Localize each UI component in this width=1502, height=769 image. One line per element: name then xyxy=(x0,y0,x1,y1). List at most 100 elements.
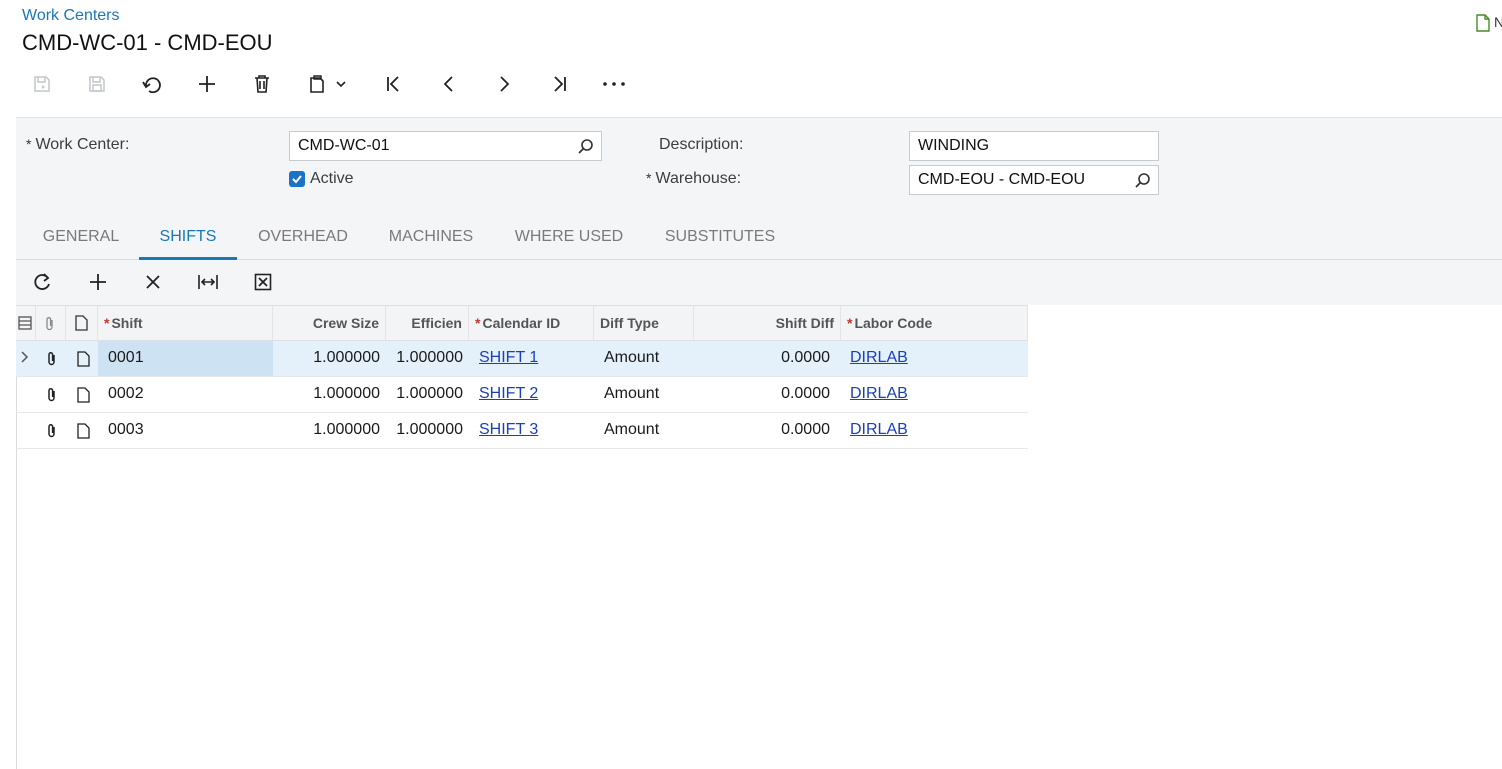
tab-substitutes[interactable]: SUBSTITUTES xyxy=(651,218,789,260)
paperclip-icon xyxy=(48,351,55,366)
cell-diff-type[interactable]: Amount xyxy=(604,413,694,448)
cell-calendar-id[interactable]: SHIFT 1 xyxy=(479,341,594,376)
chevron-right-icon xyxy=(21,351,29,363)
plus-icon xyxy=(199,76,215,92)
warehouse-label: * Warehouse: xyxy=(646,170,742,187)
cell-shift-diff[interactable]: 0.0000 xyxy=(694,413,836,448)
tab-where-used[interactable]: WHERE USED xyxy=(501,218,637,260)
row-attach-button[interactable] xyxy=(36,377,68,412)
col-header-labor-code[interactable]: * Labor Code xyxy=(841,306,1028,341)
delete-row-button[interactable] xyxy=(135,266,171,298)
fit-columns-icon xyxy=(198,275,218,289)
work-center-label: * Work Center: xyxy=(26,136,130,153)
main-toolbar xyxy=(0,66,700,102)
add-row-button[interactable] xyxy=(80,266,116,298)
more-actions-button[interactable] xyxy=(594,66,634,102)
calendar-id-link[interactable]: SHIFT 2 xyxy=(479,385,538,402)
undo-button[interactable] xyxy=(132,66,172,102)
description-field[interactable]: WINDING xyxy=(909,131,1159,161)
cell-shift-diff[interactable]: 0.0000 xyxy=(694,341,836,376)
cell-crew-size[interactable]: 1.000000 xyxy=(273,341,386,376)
cell-efficiency[interactable]: 1.000000 xyxy=(386,377,469,412)
col-header-shift-diff[interactable]: Shift Diff xyxy=(694,306,841,341)
row-attach-button[interactable] xyxy=(36,341,68,376)
next-record-button[interactable] xyxy=(484,66,524,102)
col-header-efficiency[interactable]: Efficien xyxy=(386,306,469,341)
cell-crew-size[interactable]: 1.000000 xyxy=(273,377,386,412)
cell-efficiency[interactable]: 1.000000 xyxy=(386,341,469,376)
refresh-button[interactable] xyxy=(25,266,61,298)
table-row[interactable]: 0003 1.000000 1.000000 SHIFT 3 Amount 0.… xyxy=(16,413,1028,449)
row-settings-header[interactable] xyxy=(16,306,36,341)
search-icon[interactable] xyxy=(577,138,595,156)
shifts-grid: * Shift Crew Size Efficien * Calendar ID D… xyxy=(16,305,1028,449)
excel-export-icon xyxy=(254,273,272,291)
grid-settings-icon xyxy=(18,316,32,330)
cell-efficiency[interactable]: 1.000000 xyxy=(386,413,469,448)
warehouse-field[interactable]: CMD-EOU - CMD-EOU xyxy=(909,165,1159,195)
notes-link[interactable]: N xyxy=(1474,12,1502,34)
tab-shifts[interactable]: SHIFTS xyxy=(139,218,237,260)
delete-row-icon xyxy=(146,275,160,289)
breadcrumb-work-centers[interactable]: Work Centers xyxy=(22,7,120,25)
col-header-shift[interactable]: * Shift xyxy=(98,306,273,341)
cell-crew-size[interactable]: 1.000000 xyxy=(273,413,386,448)
checkmark-icon[interactable] xyxy=(289,171,305,187)
cell-shift[interactable]: 0001 xyxy=(98,341,273,376)
work-center-field[interactable]: CMD-WC-01 xyxy=(289,131,602,161)
labor-code-link[interactable]: DIRLAB xyxy=(850,349,908,366)
calendar-id-link[interactable]: SHIFT 3 xyxy=(479,421,538,438)
calendar-id-link[interactable]: SHIFT 1 xyxy=(479,349,538,366)
cell-shift[interactable]: 0002 xyxy=(98,377,273,412)
row-attach-button[interactable] xyxy=(36,413,68,448)
previous-record-button[interactable] xyxy=(429,66,469,102)
active-label: Active xyxy=(310,170,354,187)
search-icon[interactable] xyxy=(1134,172,1152,190)
add-button[interactable] xyxy=(187,66,227,102)
cell-shift-diff[interactable]: 0.0000 xyxy=(694,377,836,412)
col-header-crew-size[interactable]: Crew Size xyxy=(273,306,386,341)
description-label: Description: xyxy=(659,136,744,153)
cell-shift[interactable]: 0003 xyxy=(98,413,273,448)
tab-general[interactable]: GENERAL xyxy=(26,218,136,260)
first-record-icon xyxy=(387,76,399,92)
cell-labor-code[interactable]: DIRLAB xyxy=(850,413,1028,448)
labor-code-link[interactable]: DIRLAB xyxy=(850,421,908,438)
tab-overhead[interactable]: OVERHEAD xyxy=(242,218,364,260)
document-icon xyxy=(1476,14,1490,32)
undo-icon xyxy=(142,77,161,94)
first-record-button[interactable] xyxy=(374,66,414,102)
copy-paste-button[interactable] xyxy=(297,66,357,102)
cell-calendar-id[interactable]: SHIFT 2 xyxy=(479,377,594,412)
last-record-icon xyxy=(554,76,566,92)
cell-diff-type[interactable]: Amount xyxy=(604,377,694,412)
last-record-button[interactable] xyxy=(539,66,579,102)
row-note-button[interactable] xyxy=(68,413,98,448)
paperclip-icon xyxy=(48,423,55,438)
more-icon xyxy=(603,82,625,86)
save-close-button[interactable] xyxy=(22,66,62,102)
export-excel-button[interactable] xyxy=(245,266,281,298)
fit-columns-button[interactable] xyxy=(190,266,226,298)
cell-diff-type[interactable]: Amount xyxy=(604,341,694,376)
table-row[interactable]: 0001 1.000000 1.000000 SHIFT 1 Amount 0.… xyxy=(16,341,1028,377)
previous-icon xyxy=(443,76,453,92)
cell-labor-code[interactable]: DIRLAB xyxy=(850,377,1028,412)
notes-label: N xyxy=(1494,14,1502,30)
table-row[interactable]: 0002 1.000000 1.000000 SHIFT 2 Amount 0.… xyxy=(16,377,1028,413)
active-checkbox[interactable]: Active xyxy=(289,170,354,188)
save-close-icon xyxy=(34,76,50,92)
col-header-calendar-id[interactable]: * Calendar ID xyxy=(469,306,594,341)
row-selector[interactable] xyxy=(20,341,36,376)
row-note-button[interactable] xyxy=(68,377,98,412)
cell-labor-code[interactable]: DIRLAB xyxy=(850,341,1028,376)
save-button[interactable] xyxy=(77,66,117,102)
clipboard-icon xyxy=(310,75,324,93)
row-note-button[interactable] xyxy=(68,341,98,376)
delete-button[interactable] xyxy=(242,66,282,102)
col-header-diff-type[interactable]: Diff Type xyxy=(594,306,694,341)
cell-calendar-id[interactable]: SHIFT 3 xyxy=(479,413,594,448)
tab-machines[interactable]: MACHINES xyxy=(371,218,491,260)
paperclip-icon xyxy=(48,387,55,402)
labor-code-link[interactable]: DIRLAB xyxy=(850,385,908,402)
